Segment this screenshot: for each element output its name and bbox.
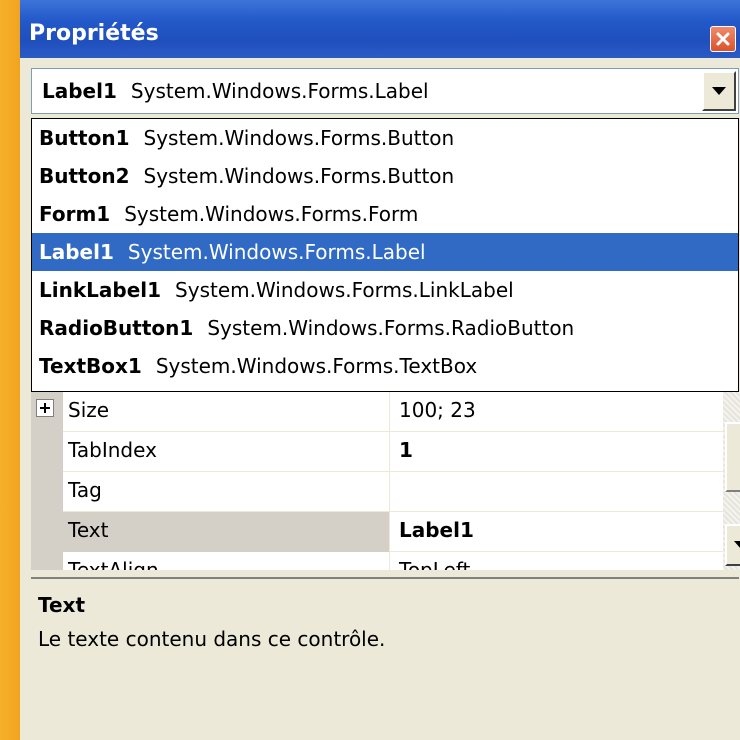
dropdown-item-name: LinkLabel1: [39, 278, 162, 302]
scroll-down-button[interactable]: [725, 524, 740, 566]
dropdown-item-name: Form1: [39, 202, 111, 226]
dropdown-item-linklabel1[interactable]: LinkLabel1 System.Windows.Forms.LinkLabel: [32, 271, 738, 309]
dropdown-item-button1[interactable]: Button1 System.Windows.Forms.Button: [32, 119, 738, 157]
property-name: Size: [63, 392, 390, 432]
properties-window: Propriétés Label1 System.Windows.Forms.La…: [20, 0, 740, 740]
dropdown-item-radiobutton1[interactable]: RadioButton1 System.Windows.Forms.RadioBu…: [32, 309, 738, 347]
object-selector-combo[interactable]: Label1 System.Windows.Forms.Label: [31, 68, 739, 114]
title-bar[interactable]: Propriétés: [20, 0, 740, 58]
dropdown-item-form1[interactable]: Form1 System.Windows.Forms.Form: [32, 195, 738, 233]
property-name: TabIndex: [63, 432, 390, 472]
description-text: Le texte contenu dans ce contrôle.: [38, 627, 386, 651]
property-value[interactable]: 100; 23: [391, 392, 723, 432]
dropdown-item-type: System.Windows.Forms.Form: [124, 202, 419, 226]
property-value[interactable]: TopLeft: [391, 552, 723, 570]
close-icon: [716, 32, 730, 46]
window-title: Propriétés: [29, 21, 159, 46]
property-value[interactable]: [391, 472, 723, 512]
property-value[interactable]: Label1: [391, 512, 723, 552]
description-title: Text: [38, 593, 86, 617]
dropdown-item-name: Button1: [39, 126, 130, 150]
object-selector-value: Label1 System.Windows.Forms.Label: [42, 79, 429, 103]
property-value[interactable]: 1: [391, 432, 723, 472]
grid-scrollbar[interactable]: [723, 392, 740, 570]
expand-plus-icon[interactable]: [36, 399, 54, 417]
property-name: Text: [63, 512, 390, 552]
dropdown-item-label1[interactable]: Label1 System.Windows.Forms.Label: [32, 233, 738, 271]
dropdown-item-type: System.Windows.Forms.Label: [127, 240, 426, 264]
dropdown-item-textbox1[interactable]: TextBox1 System.Windows.Forms.TextBox: [32, 347, 738, 385]
property-name: TextAlign: [63, 552, 390, 570]
description-panel: Text Le texte contenu dans ce contrôle.: [31, 577, 739, 732]
dropdown-item-name: RadioButton1: [39, 316, 194, 340]
grid-gutter: [31, 392, 63, 570]
dropdown-item-type: System.Windows.Forms.TextBox: [155, 354, 478, 378]
property-row-textalign[interactable]: TextAlign TopLeft: [63, 552, 723, 570]
object-selector-type: System.Windows.Forms.Label: [130, 79, 429, 103]
dropdown-item-name: Button2: [39, 164, 130, 188]
property-row-text[interactable]: Text Label1: [63, 512, 723, 552]
dropdown-item-type: System.Windows.Forms.RadioButton: [207, 316, 575, 340]
dropdown-item-button2[interactable]: Button2 System.Windows.Forms.Button: [32, 157, 738, 195]
property-row-tag[interactable]: Tag: [63, 472, 723, 512]
dropdown-item-name: Label1: [39, 240, 114, 264]
property-row-size[interactable]: Size 100; 23: [63, 392, 723, 432]
close-button[interactable]: [710, 26, 736, 52]
property-row-tabindex[interactable]: TabIndex 1: [63, 432, 723, 472]
dropdown-item-type: System.Windows.Forms.Button: [143, 126, 455, 150]
dropdown-item-name: TextBox1: [39, 354, 142, 378]
object-selector-name: Label1: [42, 79, 117, 103]
dropdown-item-type: System.Windows.Forms.LinkLabel: [175, 278, 514, 302]
chevron-down-icon: [734, 541, 740, 549]
scrollbar-thumb[interactable]: [725, 422, 740, 492]
object-dropdown-list[interactable]: Button1 System.Windows.Forms.Button Butto…: [31, 118, 739, 392]
dropdown-item-type: System.Windows.Forms.Button: [143, 164, 455, 188]
property-name: Tag: [63, 472, 390, 512]
property-grid[interactable]: Size 100; 23 TabIndex 1 Tag Text Label1 …: [31, 392, 723, 570]
chevron-down-icon: [712, 87, 726, 95]
object-selector-dropdown-button[interactable]: [702, 71, 736, 111]
